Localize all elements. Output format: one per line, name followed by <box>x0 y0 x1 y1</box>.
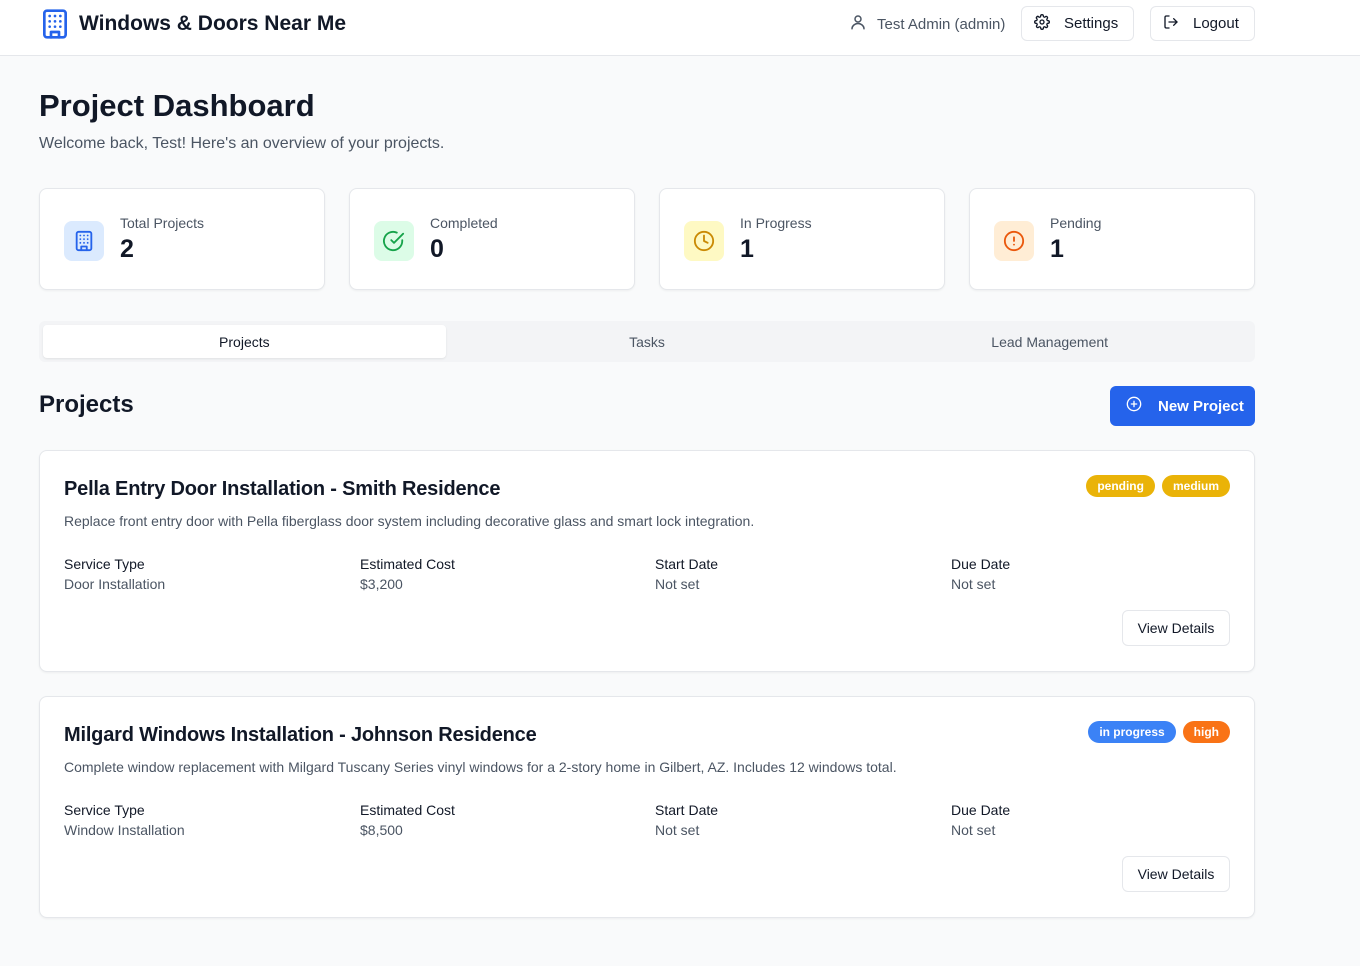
tab-lead-management[interactable]: Lead Management <box>848 325 1251 358</box>
clock-icon <box>684 221 724 261</box>
top-header: Windows & Doors Near Me Test Admin (admi… <box>0 0 1360 56</box>
field-service-type: Service Type Door Installation <box>64 556 165 592</box>
tab-bar: Projects Tasks Lead Management <box>39 321 1255 362</box>
field-start-date: Start Date Not set <box>655 556 718 592</box>
settings-button[interactable]: Settings <box>1021 6 1134 41</box>
field-value: Not set <box>655 822 700 838</box>
project-badges: pending medium <box>1086 475 1230 497</box>
field-label: Due Date <box>951 802 1011 818</box>
field-estimated-cost: Estimated Cost $8,500 <box>360 802 455 838</box>
field-label: Start Date <box>655 802 719 818</box>
field-value: $8,500 <box>360 822 403 838</box>
field-label: Service Type <box>64 556 145 572</box>
stat-label: Pending <box>1050 215 1102 231</box>
page-subtitle: Welcome back, Test! Here's an overview o… <box>39 135 445 152</box>
stat-label: Completed <box>430 215 498 231</box>
user-info: Test Admin (admin) <box>849 13 1005 35</box>
field-label: Estimated Cost <box>360 802 455 818</box>
stat-card-pending: Pending 1 <box>969 188 1255 290</box>
new-project-label: New Project <box>1158 397 1244 415</box>
status-badge: in progress <box>1088 721 1176 743</box>
logout-icon <box>1163 14 1179 34</box>
stat-value: 1 <box>740 235 754 263</box>
field-value: Door Installation <box>64 576 166 592</box>
field-start-date: Start Date Not set <box>655 802 718 838</box>
check-circle-icon <box>374 221 414 261</box>
user-icon <box>849 13 867 35</box>
plus-circle-icon <box>1126 396 1142 416</box>
field-due-date: Due Date Not set <box>951 802 1010 838</box>
brand[interactable]: Windows & Doors Near Me <box>39 8 346 40</box>
stat-label: Total Projects <box>120 215 205 231</box>
view-details-button[interactable]: View Details <box>1122 856 1230 892</box>
project-badges: in progress high <box>1088 721 1230 743</box>
brand-title: Windows & Doors Near Me <box>79 12 347 35</box>
field-value: Not set <box>655 576 700 592</box>
project-card: Milgard Windows Installation - Johnson R… <box>39 696 1255 918</box>
project-description: Replace front entry door with Pella fibe… <box>64 513 755 529</box>
field-value: Window Installation <box>64 822 185 838</box>
priority-badge: high <box>1182 721 1230 743</box>
project-description: Complete window replacement with Milgard… <box>64 759 897 775</box>
logout-label: Logout <box>1193 15 1239 32</box>
tab-tasks[interactable]: Tasks <box>446 325 849 358</box>
building-icon <box>39 8 71 40</box>
gear-icon <box>1034 13 1050 34</box>
field-label: Due Date <box>951 556 1011 572</box>
field-value: $3,200 <box>360 576 403 592</box>
status-badge: pending <box>1086 475 1155 497</box>
new-project-button[interactable]: New Project <box>1110 386 1255 426</box>
priority-badge: medium <box>1161 475 1230 497</box>
stat-value: 0 <box>430 235 444 263</box>
stat-card-in-progress: In Progress 1 <box>659 188 945 290</box>
stat-label: In Progress <box>740 215 812 231</box>
projects-section-title: Projects <box>39 391 134 418</box>
field-label: Estimated Cost <box>360 556 455 572</box>
field-service-type: Service Type Window Installation <box>64 802 185 838</box>
field-value: Not set <box>951 576 996 592</box>
user-name: Test Admin (admin) <box>877 15 1006 33</box>
page-title: Project Dashboard <box>39 88 315 123</box>
field-value: Not set <box>951 822 996 838</box>
alert-circle-icon <box>994 221 1034 261</box>
field-due-date: Due Date Not set <box>951 556 1010 592</box>
settings-label: Settings <box>1064 15 1119 32</box>
project-card: Pella Entry Door Installation - Smith Re… <box>39 450 1255 672</box>
building-icon <box>64 221 104 261</box>
field-estimated-cost: Estimated Cost $3,200 <box>360 556 455 592</box>
field-label: Service Type <box>64 802 145 818</box>
stat-card-total-projects: Total Projects 2 <box>39 188 325 290</box>
stat-card-completed: Completed 0 <box>349 188 635 290</box>
tab-projects[interactable]: Projects <box>43 325 446 358</box>
project-title[interactable]: Pella Entry Door Installation - Smith Re… <box>64 478 500 501</box>
field-label: Start Date <box>655 556 719 572</box>
logout-button[interactable]: Logout <box>1150 6 1255 41</box>
project-title[interactable]: Milgard Windows Installation - Johnson R… <box>64 724 537 747</box>
stat-value: 2 <box>120 235 134 263</box>
stat-value: 1 <box>1050 235 1064 263</box>
view-details-button[interactable]: View Details <box>1122 610 1230 646</box>
